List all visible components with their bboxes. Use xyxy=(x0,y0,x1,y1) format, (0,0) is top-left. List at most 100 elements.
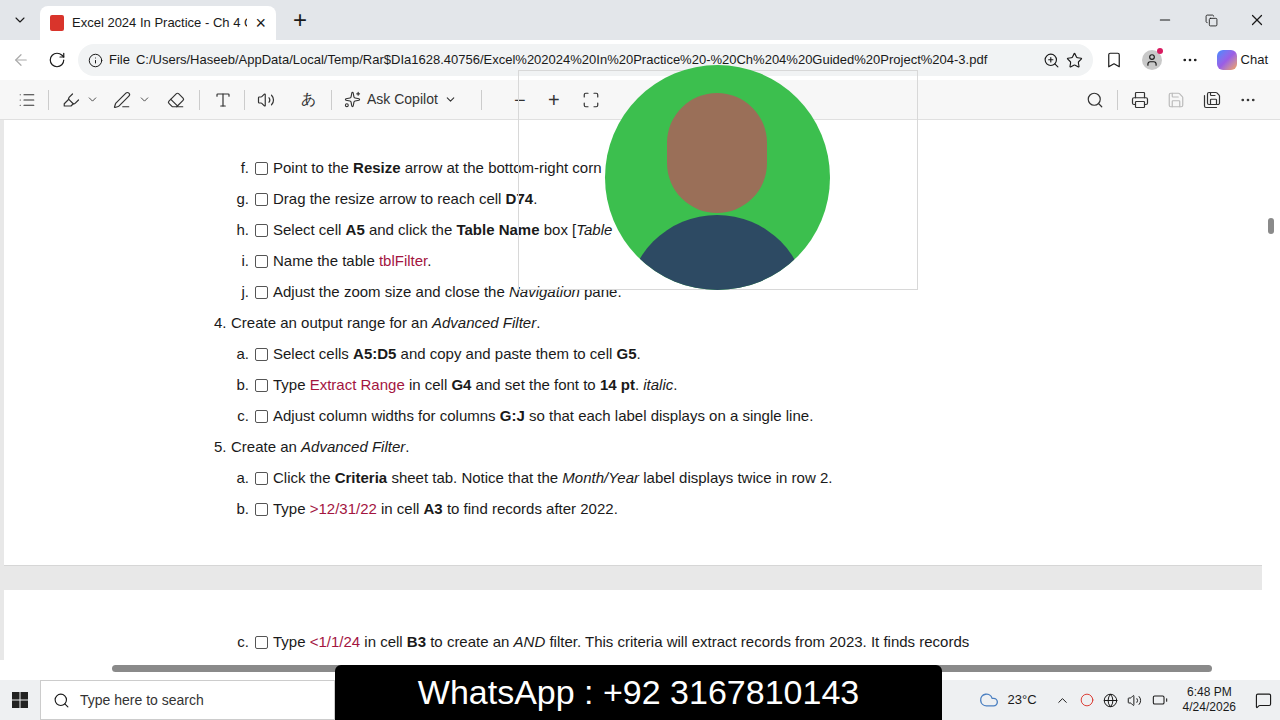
step-label: b. xyxy=(229,374,249,397)
substep-row: c. Type <1/1/24 in cell B3 to create an A… xyxy=(4,627,1262,658)
screen: Excel 2024 In Practice - Ch 4 Guide × + Fil… xyxy=(0,0,1280,720)
step-text: Create an output range for an Advanced F… xyxy=(231,312,540,335)
step-label: j. xyxy=(229,281,249,304)
tab-close[interactable]: × xyxy=(255,14,266,32)
favorite-star-icon[interactable] xyxy=(1066,52,1083,69)
highlight-icon[interactable] xyxy=(57,91,85,109)
step-checkbox[interactable] xyxy=(255,472,268,485)
step-row: 5.Create an Advanced Filter. xyxy=(4,432,1262,463)
fit-page-icon[interactable] xyxy=(576,91,606,109)
zoom-in-button[interactable]: + xyxy=(542,85,566,115)
step-text: Select cells A5:D5 and copy and paste th… xyxy=(273,343,641,366)
text-box-icon[interactable] xyxy=(208,91,238,109)
step-checkbox[interactable] xyxy=(255,286,268,299)
url-text: C:/Users/Haseeb/AppData/Local/Temp/Rar$D… xyxy=(136,50,1037,70)
step-label: a. xyxy=(229,343,249,366)
highlight-dropdown-icon[interactable] xyxy=(85,93,99,106)
step-text: Adjust column widths for columns G:J so … xyxy=(273,405,813,428)
copilot-icon xyxy=(1217,50,1237,70)
substep-row: a. Select cells A5:D5 and copy and paste … xyxy=(4,339,1262,370)
tray-expand-icon[interactable] xyxy=(1051,693,1075,708)
notifications-icon[interactable] xyxy=(1246,692,1280,709)
step-checkbox[interactable] xyxy=(255,503,268,516)
address-bar-row: File C:/Users/Haseeb/AppData/Local/Temp/R… xyxy=(0,40,1280,80)
new-tab-button[interactable]: + xyxy=(276,0,324,40)
step-text: Type <1/1/24 in cell B3 to create an AND… xyxy=(273,631,969,654)
read-aloud-icon[interactable] xyxy=(251,91,281,109)
refresh-icon[interactable] xyxy=(40,45,74,75)
step-label: g. xyxy=(229,188,249,211)
draw-icon[interactable] xyxy=(107,91,137,109)
copilot-sparkle-icon xyxy=(344,91,361,108)
step-label: i. xyxy=(229,250,249,273)
translate-button[interactable]: あ xyxy=(293,88,323,111)
address-field[interactable]: File C:/Users/Haseeb/AppData/Local/Temp/R… xyxy=(78,44,1093,76)
volume-icon[interactable] xyxy=(1123,693,1147,708)
draw-dropdown-icon[interactable] xyxy=(137,93,151,106)
close-window-icon[interactable] xyxy=(1234,0,1280,40)
step-text: Click the Criteria sheet tab. Notice tha… xyxy=(273,467,832,490)
step-checkbox[interactable] xyxy=(255,193,268,206)
pdf-icon xyxy=(50,15,64,31)
taskbar-search[interactable]: Type here to search xyxy=(40,680,335,720)
clock[interactable]: 6:48 PM4/24/2026 xyxy=(1183,685,1236,715)
step-row: 4.Create an output range for an Advanced… xyxy=(4,308,1262,339)
weather-text[interactable]: 23°C xyxy=(1008,690,1037,710)
save-as-icon[interactable] xyxy=(1194,91,1230,109)
contents-icon[interactable] xyxy=(14,91,40,109)
info-icon xyxy=(88,53,103,68)
tab-strip: Excel 2024 In Practice - Ch 4 Guide × + xyxy=(0,0,1280,40)
step-checkbox[interactable] xyxy=(255,255,268,268)
zoom-out-button[interactable]: − xyxy=(508,85,532,115)
substep-row: a. Click the Criteria sheet tab. Notice t… xyxy=(4,463,1262,494)
step-label: h. xyxy=(229,219,249,242)
weather-icon[interactable] xyxy=(976,690,1002,710)
back-icon[interactable] xyxy=(6,45,36,75)
search-icon[interactable] xyxy=(1077,91,1113,109)
save-icon[interactable] xyxy=(1158,91,1194,109)
step-label: f. xyxy=(229,157,249,180)
step-label: c. xyxy=(229,405,249,428)
windows-logo-icon xyxy=(12,692,28,708)
battery-icon[interactable] xyxy=(1147,692,1173,708)
tab-title: Excel 2024 In Practice - Ch 4 Guide xyxy=(72,13,247,33)
step-text: Type Extract Range in cell G4 and set th… xyxy=(273,374,677,397)
whatsapp-banner: WhatsApp : +92 3167810143 xyxy=(335,665,942,720)
step-checkbox[interactable] xyxy=(255,224,268,237)
step-text: Adjust the zoom size and close the Navig… xyxy=(273,281,622,304)
print-icon[interactable] xyxy=(1122,91,1158,109)
step-checkbox[interactable] xyxy=(255,636,268,649)
step-label: c. xyxy=(229,631,249,654)
step-text: Point to the Resize arrow at the bottom-… xyxy=(273,157,602,180)
step-checkbox[interactable] xyxy=(255,162,268,175)
vertical-scrollbar[interactable] xyxy=(1262,120,1280,660)
favorites-icon[interactable] xyxy=(1097,45,1131,75)
profile-icon[interactable] xyxy=(1135,45,1169,75)
step-text: Drag the resize arrow to reach cell D74. xyxy=(273,188,537,211)
menu-icon[interactable] xyxy=(1173,45,1207,75)
step-checkbox[interactable] xyxy=(255,410,268,423)
step-label: 5. xyxy=(214,436,231,459)
step-text: Type >12/31/22 in cell A3 to find record… xyxy=(273,498,618,521)
recording-icon[interactable] xyxy=(1075,693,1099,707)
substep-row: b. Type >12/31/22 in cell A3 to find reco… xyxy=(4,494,1262,525)
step-text: Name the table tblFilter. xyxy=(273,250,431,273)
more-icon[interactable] xyxy=(1230,91,1266,109)
tab-actions-icon[interactable] xyxy=(0,0,40,40)
step-label: b. xyxy=(229,498,249,521)
zoom-icon[interactable] xyxy=(1043,52,1060,69)
eraser-icon[interactable] xyxy=(161,91,191,109)
copilot-button[interactable]: Chat xyxy=(1211,50,1274,70)
ask-copilot-button[interactable]: Ask Copilot xyxy=(340,89,461,110)
step-checkbox[interactable] xyxy=(255,348,268,361)
network-icon[interactable] xyxy=(1099,693,1123,708)
minimize-icon[interactable] xyxy=(1142,0,1188,40)
browser-tab[interactable]: Excel 2024 In Practice - Ch 4 Guide × xyxy=(40,6,276,40)
restore-icon[interactable] xyxy=(1188,0,1234,40)
step-checkbox[interactable] xyxy=(255,379,268,392)
pdf-page: c. Type <1/1/24 in cell B3 to create an A… xyxy=(4,590,1262,660)
url-scheme: File xyxy=(109,50,130,70)
step-text: Create an Advanced Filter. xyxy=(231,436,409,459)
start-button[interactable] xyxy=(0,680,40,720)
step-label: a. xyxy=(229,467,249,490)
